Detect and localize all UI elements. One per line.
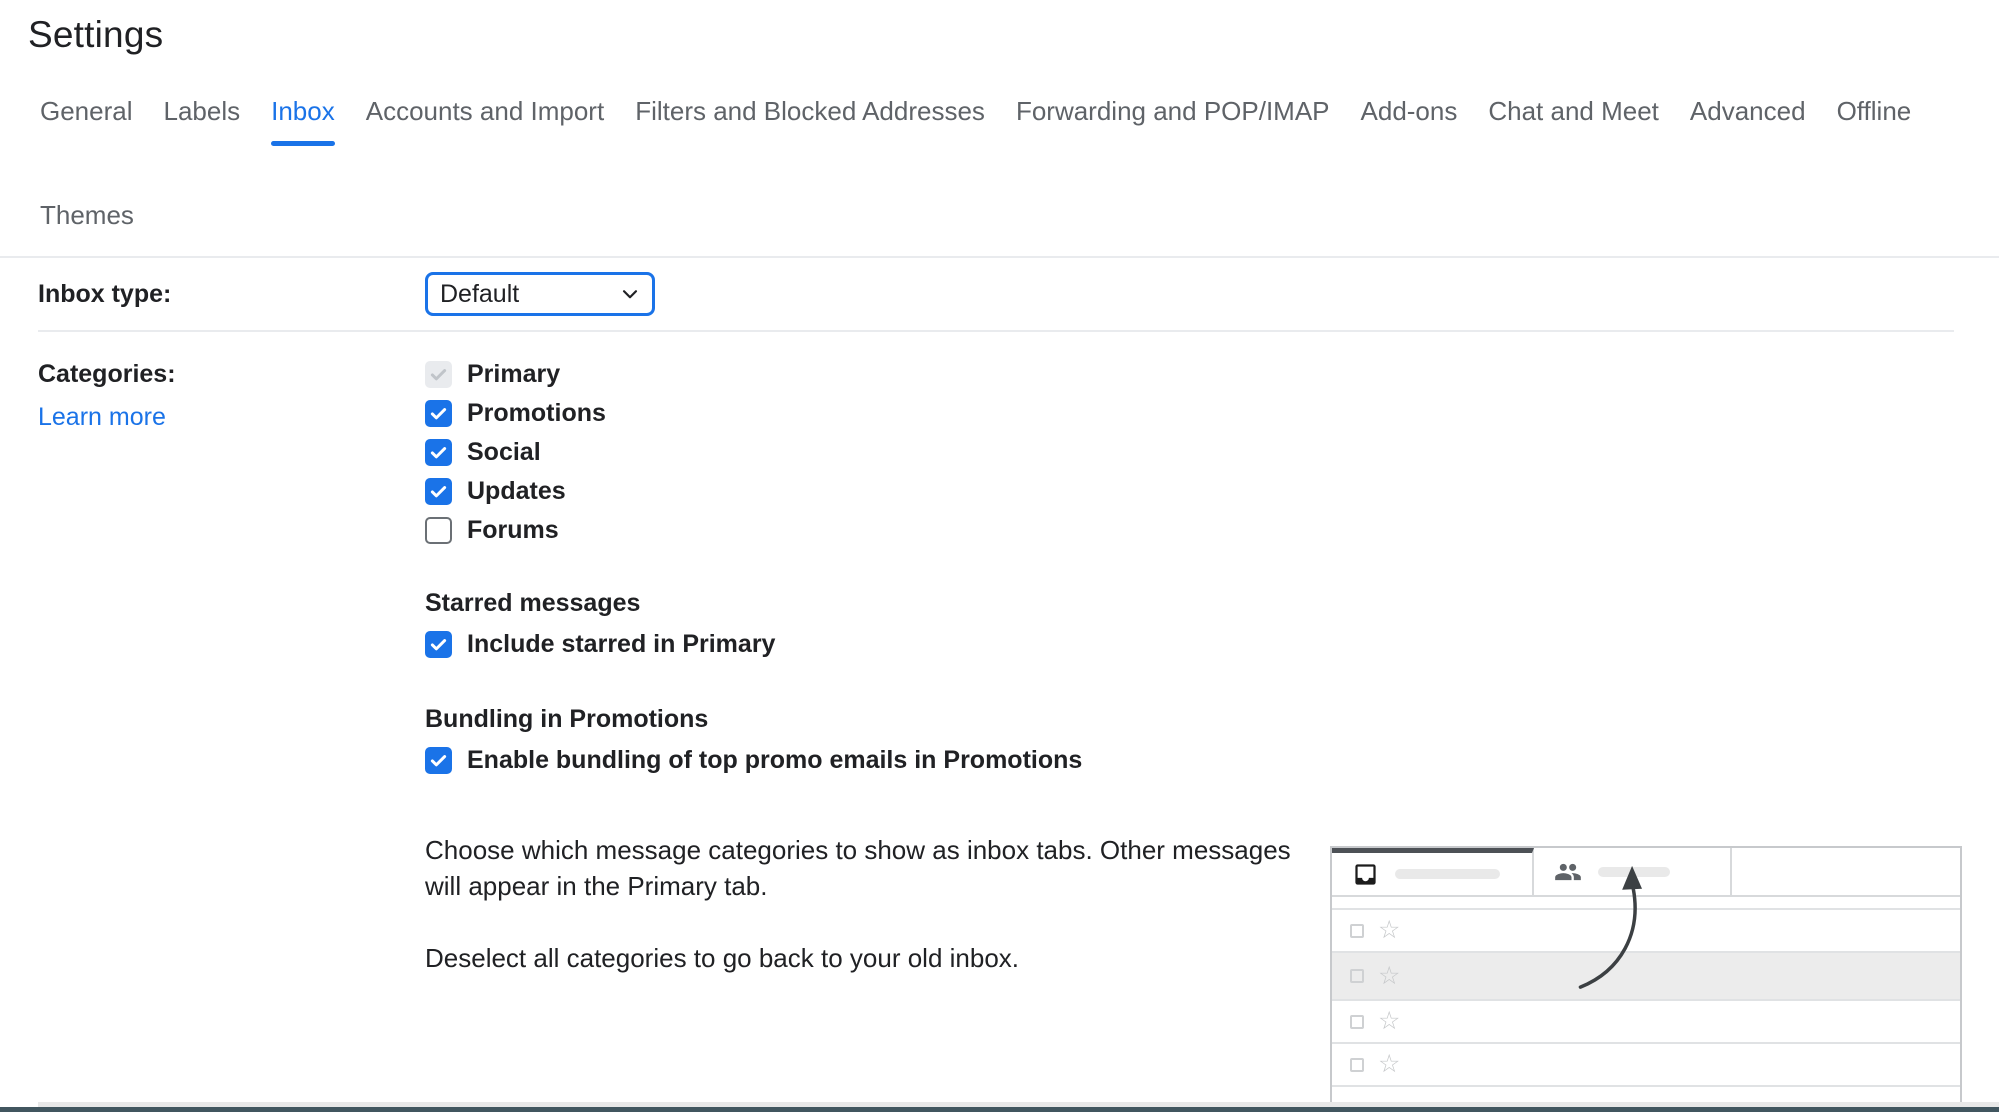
row-checkbox-icon	[1350, 924, 1364, 938]
placeholder-bar	[1598, 867, 1670, 877]
row-checkbox-icon	[1350, 1015, 1364, 1029]
star-icon: ☆	[1378, 964, 1400, 989]
checkbox-forums[interactable]	[425, 517, 452, 544]
checkbox-enable-bundling[interactable]	[425, 747, 452, 774]
category-option-label: Promotions	[467, 399, 606, 428]
category-option-label: Updates	[467, 477, 566, 506]
illustration-message-list: ☆ ☆ ☆ ☆	[1332, 908, 1960, 1105]
checkbox-include-starred[interactable]	[425, 631, 452, 658]
row-checkbox-icon	[1350, 1058, 1364, 1072]
illustration-active-tab	[1332, 848, 1534, 895]
illustration-message-row-highlighted: ☆	[1332, 951, 1960, 999]
page-title: Settings	[28, 14, 1999, 56]
tab-general[interactable]: General	[40, 96, 133, 146]
categories-label-column: Categories: Learn more	[38, 360, 425, 432]
category-option-forums[interactable]: Forums	[425, 516, 1999, 545]
tab-inbox[interactable]: Inbox	[271, 96, 335, 146]
enable-bundling-option[interactable]: Enable bundling of top promo emails in P…	[425, 746, 1999, 775]
illustration-message-row: ☆	[1332, 908, 1960, 951]
category-description: Choose which message categories to show …	[425, 832, 1330, 976]
illustration-social-tab	[1534, 848, 1732, 895]
tab-add-ons[interactable]: Add-ons	[1361, 96, 1458, 146]
category-option-label: Social	[467, 438, 541, 467]
tab-forwarding-and-pop-imap[interactable]: Forwarding and POP/IMAP	[1016, 96, 1330, 146]
categories-section: Categories: Learn more Primary Promotion…	[0, 332, 1999, 1107]
include-starred-label: Include starred in Primary	[467, 630, 775, 659]
tab-labels[interactable]: Labels	[164, 96, 241, 146]
inbox-type-label: Inbox type:	[38, 280, 425, 309]
starred-messages-heading: Starred messages	[425, 589, 1999, 618]
checkbox-primary	[425, 361, 452, 388]
tab-advanced[interactable]: Advanced	[1690, 96, 1806, 146]
inbox-type-select[interactable]: Default	[425, 272, 655, 316]
inbox-type-section: Inbox type: Default	[0, 258, 1999, 330]
tab-chat-and-meet[interactable]: Chat and Meet	[1488, 96, 1659, 146]
inbox-icon	[1352, 861, 1379, 888]
tab-offline[interactable]: Offline	[1837, 96, 1912, 146]
categories-label: Categories:	[38, 360, 425, 389]
category-option-promotions[interactable]: Promotions	[425, 399, 1999, 428]
settings-tab-bar: General Labels Inbox Accounts and Import…	[40, 96, 1959, 250]
category-option-updates[interactable]: Updates	[425, 477, 1999, 506]
description-paragraph-2: Deselect all categories to go back to yo…	[425, 940, 1330, 976]
tab-filters-and-blocked-addresses[interactable]: Filters and Blocked Addresses	[635, 96, 985, 146]
description-row: Choose which message categories to show …	[425, 832, 1999, 1107]
category-option-primary: Primary	[425, 360, 1999, 389]
description-paragraph-1: Choose which message categories to show …	[425, 832, 1330, 904]
inbox-tabs-illustration: ☆ ☆ ☆ ☆	[1330, 846, 1962, 1107]
categories-content-column: Primary Promotions Social Updates	[425, 360, 1999, 1107]
checkbox-promotions[interactable]	[425, 400, 452, 427]
tab-themes[interactable]: Themes	[40, 200, 134, 250]
illustration-message-row: ☆	[1332, 999, 1960, 1042]
tab-accounts-and-import[interactable]: Accounts and Import	[366, 96, 604, 146]
bundling-group: Bundling in Promotions Enable bundling o…	[425, 705, 1999, 775]
placeholder-bar	[1395, 869, 1500, 879]
star-icon: ☆	[1378, 918, 1400, 943]
starred-messages-group: Starred messages Include starred in Prim…	[425, 589, 1999, 659]
row-checkbox-icon	[1350, 969, 1364, 983]
window-bottom-edge	[0, 1107, 1999, 1112]
illustration-tab-bar	[1332, 848, 1960, 897]
category-option-label: Primary	[467, 360, 560, 389]
enable-bundling-label: Enable bundling of top promo emails in P…	[467, 746, 1082, 775]
category-option-social[interactable]: Social	[425, 438, 1999, 467]
category-option-label: Forums	[467, 516, 559, 545]
inbox-type-select-wrap: Default	[425, 272, 655, 316]
include-starred-option[interactable]: Include starred in Primary	[425, 630, 1999, 659]
illustration-message-row: ☆	[1332, 1042, 1960, 1085]
learn-more-link[interactable]: Learn more	[38, 403, 166, 432]
checkbox-social[interactable]	[425, 439, 452, 466]
people-icon	[1554, 858, 1582, 886]
star-icon: ☆	[1378, 1052, 1400, 1077]
category-options-list: Primary Promotions Social Updates	[425, 360, 1999, 545]
checkbox-updates[interactable]	[425, 478, 452, 505]
star-icon: ☆	[1378, 1009, 1400, 1034]
bundling-heading: Bundling in Promotions	[425, 705, 1999, 734]
